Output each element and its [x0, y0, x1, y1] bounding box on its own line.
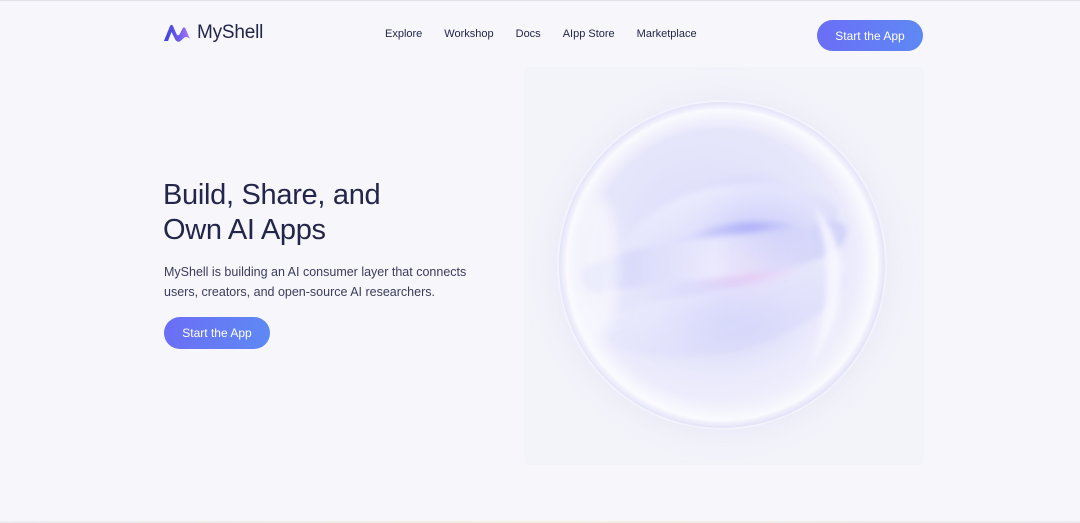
hero-title: Build, Share, and Own AI Apps: [163, 178, 493, 248]
landing-page: MyShell Explore Workshop Docs AIpp Store…: [0, 0, 1080, 523]
main-nav: Explore Workshop Docs AIpp Store Marketp…: [385, 28, 719, 40]
nav-item-explore[interactable]: Explore: [385, 28, 422, 40]
brand-name: MyShell: [197, 22, 264, 43]
hero-subtitle-line-1: MyShell is building an AI consumer layer…: [164, 265, 467, 279]
start-app-button-hero[interactable]: Start the App: [164, 317, 270, 349]
nav-item-workshop[interactable]: Workshop: [444, 28, 493, 40]
nav-item-aipp-store[interactable]: AIpp Store: [563, 28, 615, 40]
myshell-wave-logo-icon: [164, 24, 190, 42]
hero-subtitle-line-2: users, creators, and open-source AI rese…: [164, 285, 435, 299]
site-header: MyShell Explore Workshop Docs AIpp Store…: [0, 1, 1080, 69]
nav-item-docs[interactable]: Docs: [516, 28, 541, 40]
nav-item-marketplace[interactable]: Marketplace: [637, 28, 697, 40]
brand-home-link[interactable]: MyShell: [163, 22, 263, 44]
hero-title-line-2: Own AI Apps: [163, 214, 326, 246]
hero-subtitle: MyShell is building an AI consumer layer…: [164, 262, 504, 302]
start-app-button-header[interactable]: Start the App: [817, 20, 923, 51]
hero-title-line-1: Build, Share, and: [163, 179, 381, 211]
glass-sphere-illustration: [554, 99, 890, 435]
